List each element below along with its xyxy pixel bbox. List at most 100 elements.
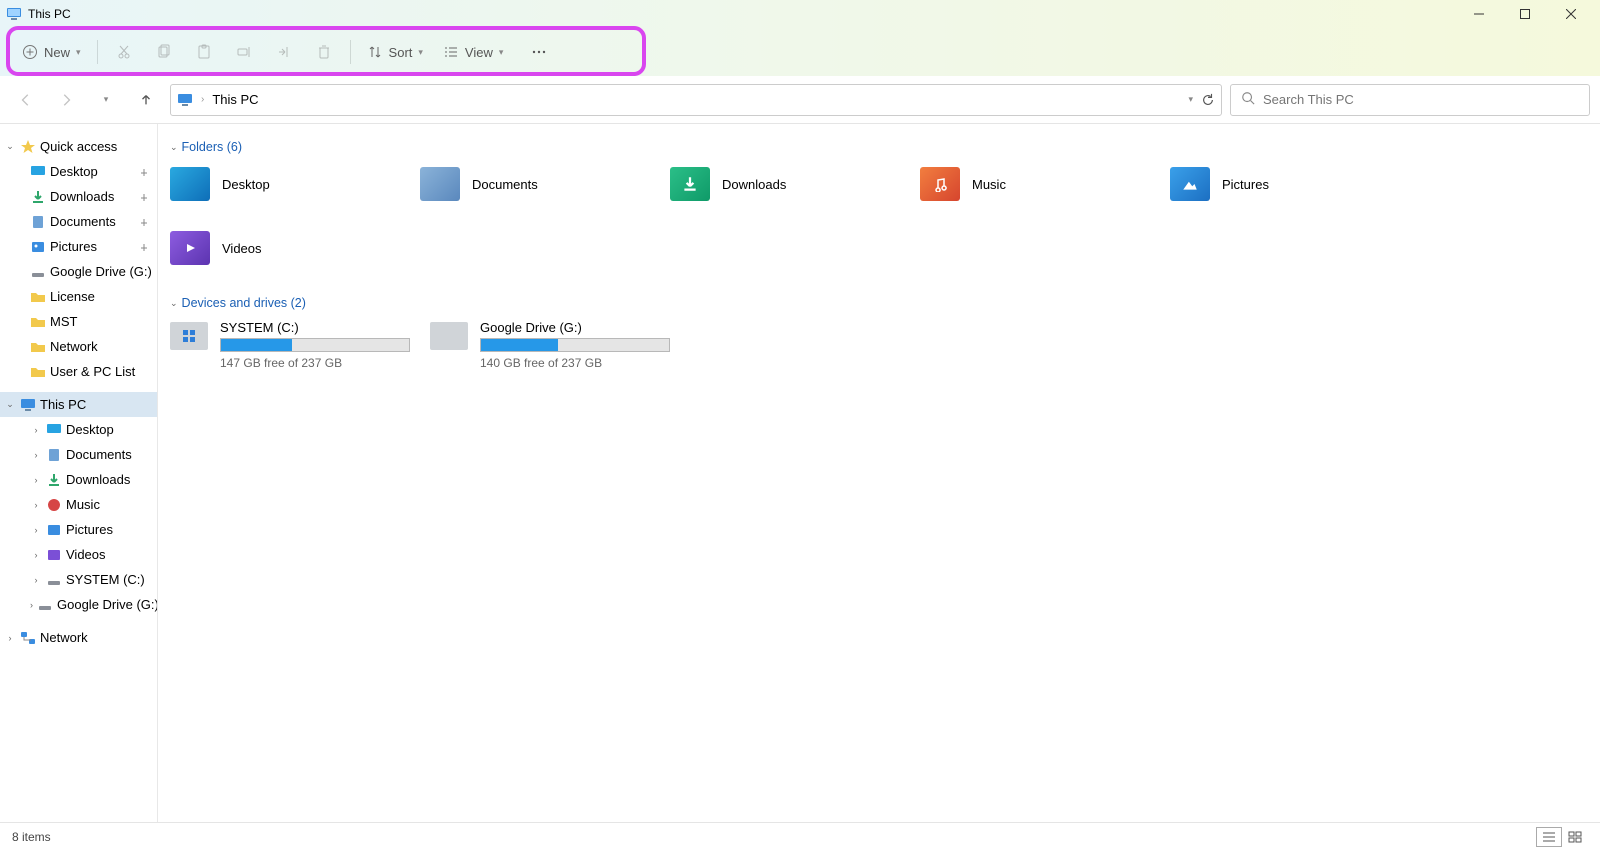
drive-usage-fill xyxy=(221,339,292,351)
view-label: View xyxy=(465,45,493,60)
delete-button[interactable] xyxy=(304,34,344,70)
close-button[interactable] xyxy=(1548,0,1594,28)
documents-icon xyxy=(30,214,46,230)
cut-button[interactable] xyxy=(104,34,144,70)
documents-icon xyxy=(46,447,62,463)
sidebar-item-label: User & PC List xyxy=(50,364,135,379)
chevron-down-icon[interactable]: ⌄ xyxy=(4,399,16,410)
sidebar-item-label: Network xyxy=(50,339,98,354)
sidebar-item-downloads[interactable]: Downloads xyxy=(0,184,157,209)
chevron-right-icon[interactable]: › xyxy=(30,450,42,460)
chevron-down-icon[interactable]: ⌄ xyxy=(4,141,16,152)
rename-button[interactable] xyxy=(224,34,264,70)
sidebar-item-documents2[interactable]: ›Documents xyxy=(0,442,157,467)
sidebar-item-desktop2[interactable]: ›Desktop xyxy=(0,417,157,442)
sidebar-quick-access[interactable]: ⌄ Quick access xyxy=(0,134,157,159)
desktop-icon xyxy=(30,164,46,180)
sort-label: Sort xyxy=(389,45,413,60)
sidebar-item-music[interactable]: ›Music xyxy=(0,492,157,517)
group-header-drives[interactable]: ⌄ Devices and drives (2) xyxy=(170,296,1588,310)
chevron-down-icon[interactable]: ▾ xyxy=(1188,94,1193,105)
this-pc-icon xyxy=(6,6,22,22)
separator xyxy=(97,40,98,64)
drive-usage-bar xyxy=(480,338,670,352)
breadcrumb-location[interactable]: This PC xyxy=(212,92,258,107)
sidebar-item-documents[interactable]: Documents xyxy=(0,209,157,234)
chevron-right-icon[interactable]: › xyxy=(30,600,33,610)
separator xyxy=(350,40,351,64)
folder-icon xyxy=(30,314,46,330)
sidebar-item-label: Downloads xyxy=(66,472,130,487)
this-pc-icon xyxy=(20,397,36,413)
desktop-icon xyxy=(46,422,62,438)
refresh-button[interactable] xyxy=(1201,93,1215,107)
sidebar-item-license[interactable]: License xyxy=(0,284,157,309)
group-header-folders[interactable]: ⌄ Folders (6) xyxy=(170,140,1588,154)
group-header-label: Folders (6) xyxy=(182,140,242,154)
share-button[interactable] xyxy=(264,34,304,70)
new-button[interactable]: New ▾ xyxy=(12,34,91,70)
sidebar-item-desktop[interactable]: Desktop xyxy=(0,159,157,184)
chevron-right-icon[interactable]: › xyxy=(30,525,42,535)
sidebar-item-network-qa[interactable]: Network xyxy=(0,334,157,359)
folder-music[interactable]: Music xyxy=(920,164,1170,204)
chevron-right-icon[interactable]: › xyxy=(4,633,16,643)
pictures-icon xyxy=(30,239,46,255)
documents-icon xyxy=(420,167,460,201)
desktop-icon xyxy=(170,167,210,201)
folder-pictures[interactable]: Pictures xyxy=(1170,164,1420,204)
sidebar-item-system-c[interactable]: ›SYSTEM (C:) xyxy=(0,567,157,592)
drive-icon xyxy=(30,264,46,280)
maximize-button[interactable] xyxy=(1502,0,1548,28)
recent-locations-button[interactable]: ▾ xyxy=(90,84,122,116)
drive-label: Google Drive (G:) xyxy=(480,320,670,335)
address-bar[interactable]: › This PC ▾ xyxy=(170,84,1222,116)
thumbnails-view-button[interactable] xyxy=(1562,827,1588,847)
sidebar-this-pc[interactable]: ⌄ This PC xyxy=(0,392,157,417)
search-icon xyxy=(1241,91,1255,108)
sidebar-item-pictures[interactable]: Pictures xyxy=(0,234,157,259)
drive-google-g[interactable]: Google Drive (G:) 140 GB free of 237 GB xyxy=(430,320,670,370)
sidebar-item-label: License xyxy=(50,289,95,304)
drive-icon xyxy=(46,572,62,588)
chevron-right-icon[interactable]: › xyxy=(30,500,42,510)
music-icon xyxy=(46,497,62,513)
forward-button[interactable] xyxy=(50,84,82,116)
up-button[interactable] xyxy=(130,84,162,116)
folder-downloads[interactable]: Downloads xyxy=(670,164,920,204)
search-bar[interactable] xyxy=(1230,84,1590,116)
paste-button[interactable] xyxy=(184,34,224,70)
more-button[interactable] xyxy=(519,34,559,70)
sidebar-item-downloads2[interactable]: › Downloads xyxy=(0,467,157,492)
minimize-button[interactable] xyxy=(1456,0,1502,28)
sidebar-item-label: Documents xyxy=(50,214,116,229)
folder-videos[interactable]: Videos xyxy=(170,228,420,268)
sidebar-item-pictures2[interactable]: › Pictures xyxy=(0,517,157,542)
drive-icon xyxy=(37,597,53,613)
folder-documents[interactable]: Documents xyxy=(420,164,670,204)
search-input[interactable] xyxy=(1263,92,1579,107)
details-view-button[interactable] xyxy=(1536,827,1562,847)
sidebar-item-gdrive[interactable]: Google Drive (G:) xyxy=(0,259,157,284)
sidebar-label: Quick access xyxy=(40,139,117,154)
view-button[interactable]: View ▾ xyxy=(433,34,513,70)
chevron-right-icon[interactable]: › xyxy=(30,425,42,435)
sidebar-item-label: Pictures xyxy=(66,522,113,537)
chevron-right-icon[interactable]: › xyxy=(30,575,42,585)
sidebar-item-mst[interactable]: MST xyxy=(0,309,157,334)
drive-system-c[interactable]: SYSTEM (C:) 147 GB free of 237 GB xyxy=(170,320,410,370)
sidebar-item-label: MST xyxy=(50,314,77,329)
chevron-right-icon[interactable]: › xyxy=(30,550,42,560)
this-pc-icon xyxy=(177,92,193,108)
copy-button[interactable] xyxy=(144,34,184,70)
folder-desktop[interactable]: Desktop xyxy=(170,164,420,204)
back-button[interactable] xyxy=(10,84,42,116)
sidebar-network[interactable]: › Network xyxy=(0,625,157,650)
sidebar-item-gdrive2[interactable]: ›Google Drive (G:) xyxy=(0,592,157,617)
download-icon xyxy=(30,189,46,205)
sort-button[interactable]: Sort ▾ xyxy=(357,34,433,70)
sidebar-item-userpc[interactable]: User & PC List xyxy=(0,359,157,384)
sidebar-item-videos[interactable]: ›Videos xyxy=(0,542,157,567)
folder-label: Pictures xyxy=(1222,177,1269,192)
chevron-right-icon[interactable]: › xyxy=(30,475,42,485)
